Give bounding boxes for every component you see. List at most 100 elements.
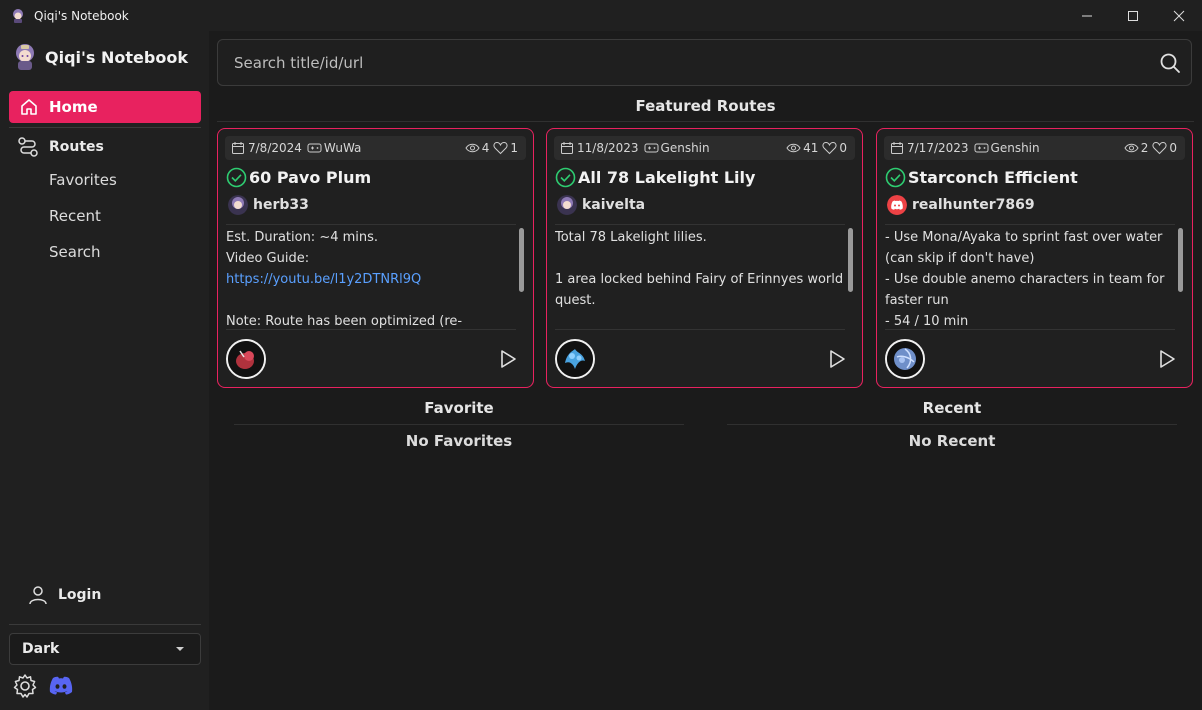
description-text: - Use Mona/Ayaka to sprint fast over wat…	[885, 230, 1165, 329]
card-likes: 1	[510, 141, 518, 155]
card-author[interactable]: kaivelta	[557, 195, 645, 215]
close-button[interactable]	[1156, 0, 1202, 31]
eye-icon	[465, 143, 480, 153]
route-card[interactable]: 11/8/2023 Genshin 41 0 All 78 Lakelight …	[546, 128, 863, 388]
maximize-button[interactable]	[1110, 0, 1156, 31]
check-circle-icon	[555, 167, 576, 188]
discord-icon[interactable]	[48, 675, 74, 697]
divider	[217, 121, 1194, 122]
heart-icon[interactable]	[1152, 141, 1167, 155]
theme-select[interactable]: Dark	[9, 633, 201, 665]
gamepad-icon	[644, 143, 659, 153]
qiqi-logo-icon	[16, 44, 34, 70]
description-text: Total 78 Lakelight lilies. 1 area locked…	[555, 230, 844, 308]
card-date: 7/17/2023	[907, 141, 969, 155]
discord-avatar-icon	[887, 195, 907, 215]
search-input[interactable]	[234, 40, 1134, 85]
card-author[interactable]: herb33	[228, 195, 309, 215]
eye-icon	[1124, 143, 1139, 153]
brand[interactable]: Qiqi's Notebook	[10, 42, 188, 72]
card-title: 60 Pavo Plum	[249, 168, 372, 187]
user-icon	[29, 586, 47, 605]
search-icon[interactable]	[1159, 52, 1181, 74]
card-meta: 7/17/2023 Genshin 2 0	[884, 136, 1185, 160]
recent-empty: No Recent	[908, 432, 996, 450]
card-description: - Use Mona/Ayaka to sprint fast over wat…	[885, 224, 1175, 330]
card-likes: 0	[839, 141, 847, 155]
nav-search[interactable]: Search	[49, 243, 101, 261]
route-thumbnail	[226, 339, 266, 379]
nav-home-label: Home	[49, 98, 98, 116]
card-title-row: 60 Pavo Plum	[226, 167, 371, 188]
description-line: Est. Duration: ~4 mins.	[226, 230, 379, 245]
gamepad-icon	[974, 143, 989, 153]
sidebar: Qiqi's Notebook Home Routes Favorites Re…	[0, 31, 209, 710]
chevron-down-icon	[176, 647, 184, 651]
gamepad-icon	[307, 143, 322, 153]
divider	[727, 424, 1177, 425]
card-game: WuWa	[323, 141, 362, 155]
card-game: Genshin	[660, 141, 710, 155]
heart-icon[interactable]	[822, 141, 837, 155]
video-link[interactable]: https://youtu.be/l1y2DTNRl9Q	[226, 269, 516, 290]
nav-recent[interactable]: Recent	[49, 207, 101, 225]
lakelight-lily-icon	[557, 341, 593, 377]
card-meta: 7/8/2024 WuWa 4 1	[225, 136, 526, 160]
favorite-title: Favorite	[424, 399, 494, 417]
divider	[9, 127, 201, 128]
calendar-icon	[891, 142, 903, 154]
favorites-empty: No Favorites	[405, 432, 513, 450]
play-icon[interactable]	[826, 348, 848, 370]
card-description: Est. Duration: ~4 mins. Video Guide: htt…	[226, 224, 516, 330]
nav-routes-label: Routes	[49, 139, 104, 155]
heart-icon[interactable]	[493, 141, 508, 155]
nav-routes[interactable]: Routes	[17, 136, 104, 158]
pavo-plum-icon	[228, 341, 264, 377]
card-title: All 78 Lakelight Lily	[578, 168, 756, 187]
recent-title: Recent	[922, 399, 982, 417]
scrollbar[interactable]	[519, 228, 524, 292]
route-thumbnail	[885, 339, 925, 379]
card-date: 11/8/2023	[577, 141, 639, 155]
nav-login-label: Login	[58, 587, 102, 603]
search-bar	[217, 39, 1192, 86]
main-content: Featured Routes 7/8/2024 WuWa 4 1 60 Pav…	[209, 31, 1202, 710]
description-line: Note: Route has been optimized (re-	[226, 314, 463, 329]
featured-title: Featured Routes	[635, 97, 776, 115]
calendar-icon	[232, 142, 244, 154]
check-circle-icon	[226, 167, 247, 188]
card-description: Total 78 Lakelight lilies. 1 area locked…	[555, 224, 845, 330]
nav-login[interactable]: Login	[27, 584, 101, 606]
theme-value: Dark	[22, 641, 60, 657]
route-card[interactable]: 7/17/2023 Genshin 2 0 Starconch Efficien…	[876, 128, 1193, 388]
card-title-row: All 78 Lakelight Lily	[555, 167, 755, 188]
card-date: 7/8/2024	[248, 141, 302, 155]
title-bar: Qiqi's Notebook	[0, 0, 1202, 31]
play-icon[interactable]	[1156, 348, 1178, 370]
card-author[interactable]: realhunter7869	[887, 195, 1035, 215]
card-game: Genshin	[990, 141, 1040, 155]
description-line: Video Guide:	[226, 251, 310, 266]
gear-icon[interactable]	[12, 673, 38, 699]
eye-icon	[786, 143, 801, 153]
divider	[9, 624, 201, 625]
home-icon	[21, 99, 37, 115]
author-name: herb33	[253, 197, 309, 213]
route-thumbnail	[555, 339, 595, 379]
calendar-icon	[561, 142, 573, 154]
author-name: kaivelta	[582, 197, 646, 213]
play-icon[interactable]	[497, 348, 519, 370]
nav-favorites[interactable]: Favorites	[49, 171, 117, 189]
nav-home[interactable]: Home	[9, 91, 201, 123]
card-views: 2	[1140, 141, 1149, 155]
card-views: 41	[803, 141, 819, 155]
minimize-button[interactable]	[1064, 0, 1110, 31]
route-card[interactable]: 7/8/2024 WuWa 4 1 60 Pavo Plum herb33 Es…	[217, 128, 534, 388]
window-title: Qiqi's Notebook	[34, 8, 129, 23]
avatar	[557, 195, 577, 215]
brand-name: Qiqi's Notebook	[45, 47, 188, 67]
scrollbar[interactable]	[1178, 228, 1183, 292]
scrollbar[interactable]	[848, 228, 853, 292]
check-circle-icon	[885, 167, 906, 188]
maximize-icon	[1128, 10, 1138, 21]
